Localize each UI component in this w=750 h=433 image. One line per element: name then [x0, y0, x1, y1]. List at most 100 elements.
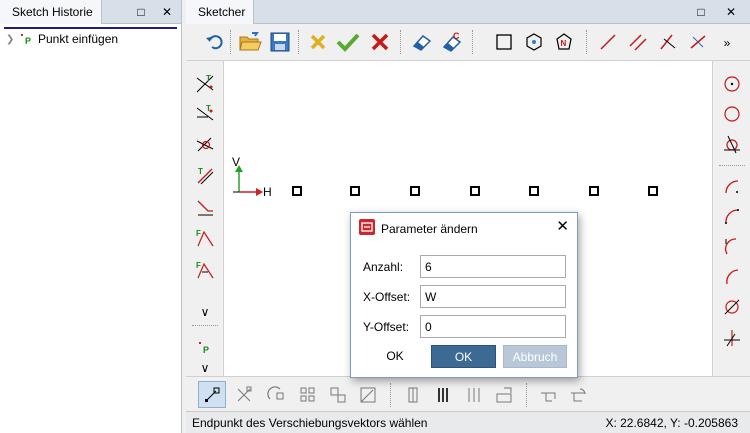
rectangle-icon — [496, 34, 512, 50]
x-offset-label: X-Offset: — [363, 290, 411, 304]
toolbar-dots — [192, 325, 218, 326]
circle-icon — [724, 106, 740, 122]
open-folder-icon — [239, 32, 262, 51]
dimension-icon — [408, 387, 418, 402]
x-offset-input[interactable] — [420, 285, 566, 308]
circle-center-button[interactable] — [718, 71, 746, 97]
bars-icon — [438, 387, 448, 402]
cancel-yellow-button[interactable] — [304, 29, 332, 55]
arc-3point-icon — [725, 209, 739, 224]
arc-tangent-button[interactable] — [718, 233, 746, 259]
undo-button[interactable] — [200, 29, 228, 55]
top-toolbar: C N » — [186, 24, 750, 61]
point-tool-button[interactable]: P — [191, 335, 219, 361]
ok-text-link[interactable]: OK — [375, 345, 415, 368]
point-marker[interactable] — [350, 186, 360, 196]
scale-tool-button[interactable] — [354, 381, 382, 408]
n-polygon-button[interactable]: N — [550, 29, 578, 55]
point-marker[interactable] — [589, 186, 599, 196]
line-button[interactable] — [594, 29, 622, 55]
expand-tools-chevron-icon[interactable]: ∨ — [191, 305, 219, 319]
chevron-right-icon[interactable]: ❯ — [6, 34, 18, 45]
rotate-icon — [267, 385, 284, 399]
rotate-tool-button[interactable] — [262, 381, 290, 408]
accept-button[interactable] — [334, 29, 362, 55]
rectangle-button[interactable] — [490, 29, 518, 55]
constraint-tool-1-button[interactable] — [534, 381, 562, 408]
history-tree: ❯ P Punkt einfügen — [0, 24, 181, 433]
open-button[interactable] — [236, 29, 264, 55]
arc-center-icon — [725, 180, 739, 194]
array-tool-button[interactable] — [294, 381, 322, 408]
point-marker[interactable] — [529, 186, 539, 196]
point-marker[interactable] — [292, 186, 302, 196]
right-toolbar — [712, 61, 750, 376]
tangent-tool-1-button[interactable]: T — [191, 71, 219, 97]
undo-icon — [206, 35, 223, 50]
checkmark-icon — [336, 33, 360, 52]
arc-3point-button[interactable] — [718, 203, 746, 229]
save-button[interactable] — [266, 29, 294, 55]
ok-button[interactable]: OK — [431, 345, 496, 368]
point-marker[interactable] — [470, 186, 480, 196]
circle-center-icon — [724, 76, 740, 92]
polygon-button[interactable] — [520, 29, 548, 55]
more-tools-button[interactable]: » — [718, 34, 736, 52]
point-marker[interactable] — [410, 186, 420, 196]
arc-angle-icon — [724, 330, 740, 347]
constraint-icon — [541, 392, 556, 401]
y-offset-label: Y-Offset: — [363, 320, 410, 334]
chamfer-icon — [197, 200, 213, 216]
parallel-lines-button[interactable] — [624, 29, 652, 55]
restore-panel-button[interactable]: □ — [692, 3, 710, 21]
cancel-button[interactable] — [366, 29, 394, 55]
constraint-tool-2-button[interactable] — [564, 381, 592, 408]
dialog-titlebar[interactable]: Parameter ändern ✕ — [351, 213, 577, 243]
anzahl-input[interactable] — [420, 255, 566, 278]
cross-line-button[interactable] — [684, 29, 712, 55]
trim-tool-button[interactable] — [191, 131, 219, 157]
close-panel-button[interactable]: ✕ — [722, 3, 740, 21]
restore-panel-button[interactable]: □ — [132, 3, 150, 21]
n-polygon-icon: N — [556, 33, 572, 50]
tangent-line-button[interactable]: T — [191, 163, 219, 189]
hexagon-icon — [526, 33, 542, 51]
dialog-close-icon[interactable]: ✕ — [556, 219, 569, 235]
sketch-history-header: Sketch Historie □ ✕ — [0, 0, 181, 24]
dimension-tool-1-button[interactable] — [400, 381, 428, 408]
tangent-tool-2-button[interactable]: T — [191, 101, 219, 127]
angle-line-button[interactable] — [654, 29, 682, 55]
svg-text:T: T — [206, 74, 211, 83]
arc-center-button[interactable] — [718, 173, 746, 199]
arc-button[interactable] — [718, 263, 746, 289]
chamfer-button[interactable] — [191, 195, 219, 221]
close-panel-button[interactable]: ✕ — [158, 3, 176, 21]
y-offset-input[interactable] — [420, 315, 566, 338]
mirror-tool-button[interactable] — [230, 381, 258, 408]
point-marker[interactable] — [648, 186, 658, 196]
svg-text:F: F — [196, 229, 201, 238]
eraser-construction-button[interactable]: C — [438, 29, 466, 55]
sketch-history-panel: Sketch Historie □ ✕ ❯ P Punkt einfügen — [0, 0, 182, 433]
circle-tangent-button[interactable] — [718, 131, 746, 157]
copy-tool-button[interactable] — [324, 381, 352, 408]
move-tool-button[interactable] — [198, 381, 226, 408]
eraser-button[interactable] — [408, 29, 436, 55]
tree-item-punkt-einfuegen[interactable]: ❯ P Punkt einfügen — [6, 31, 118, 47]
measure-icon — [496, 387, 512, 402]
expand-points-chevron-icon[interactable]: ∨ — [191, 361, 219, 375]
arc-angle-button[interactable] — [718, 325, 746, 351]
arc-through-button[interactable] — [718, 293, 746, 319]
cancel-button[interactable]: Abbruch — [503, 345, 567, 368]
fillet-button[interactable]: F — [191, 225, 219, 251]
dimension-tool-2-button[interactable] — [430, 381, 458, 408]
array-icon — [300, 387, 315, 401]
dimension-tool-3-button[interactable] — [460, 381, 488, 408]
eraser-icon — [412, 35, 432, 51]
circle-button[interactable] — [718, 101, 746, 127]
axis-h-label: H — [263, 185, 272, 199]
tangent-icon: T — [196, 74, 214, 93]
dimension-tool-4-button[interactable] — [490, 381, 518, 408]
mirror-icon — [237, 386, 252, 401]
fillet-2-button[interactable]: F — [191, 257, 219, 283]
